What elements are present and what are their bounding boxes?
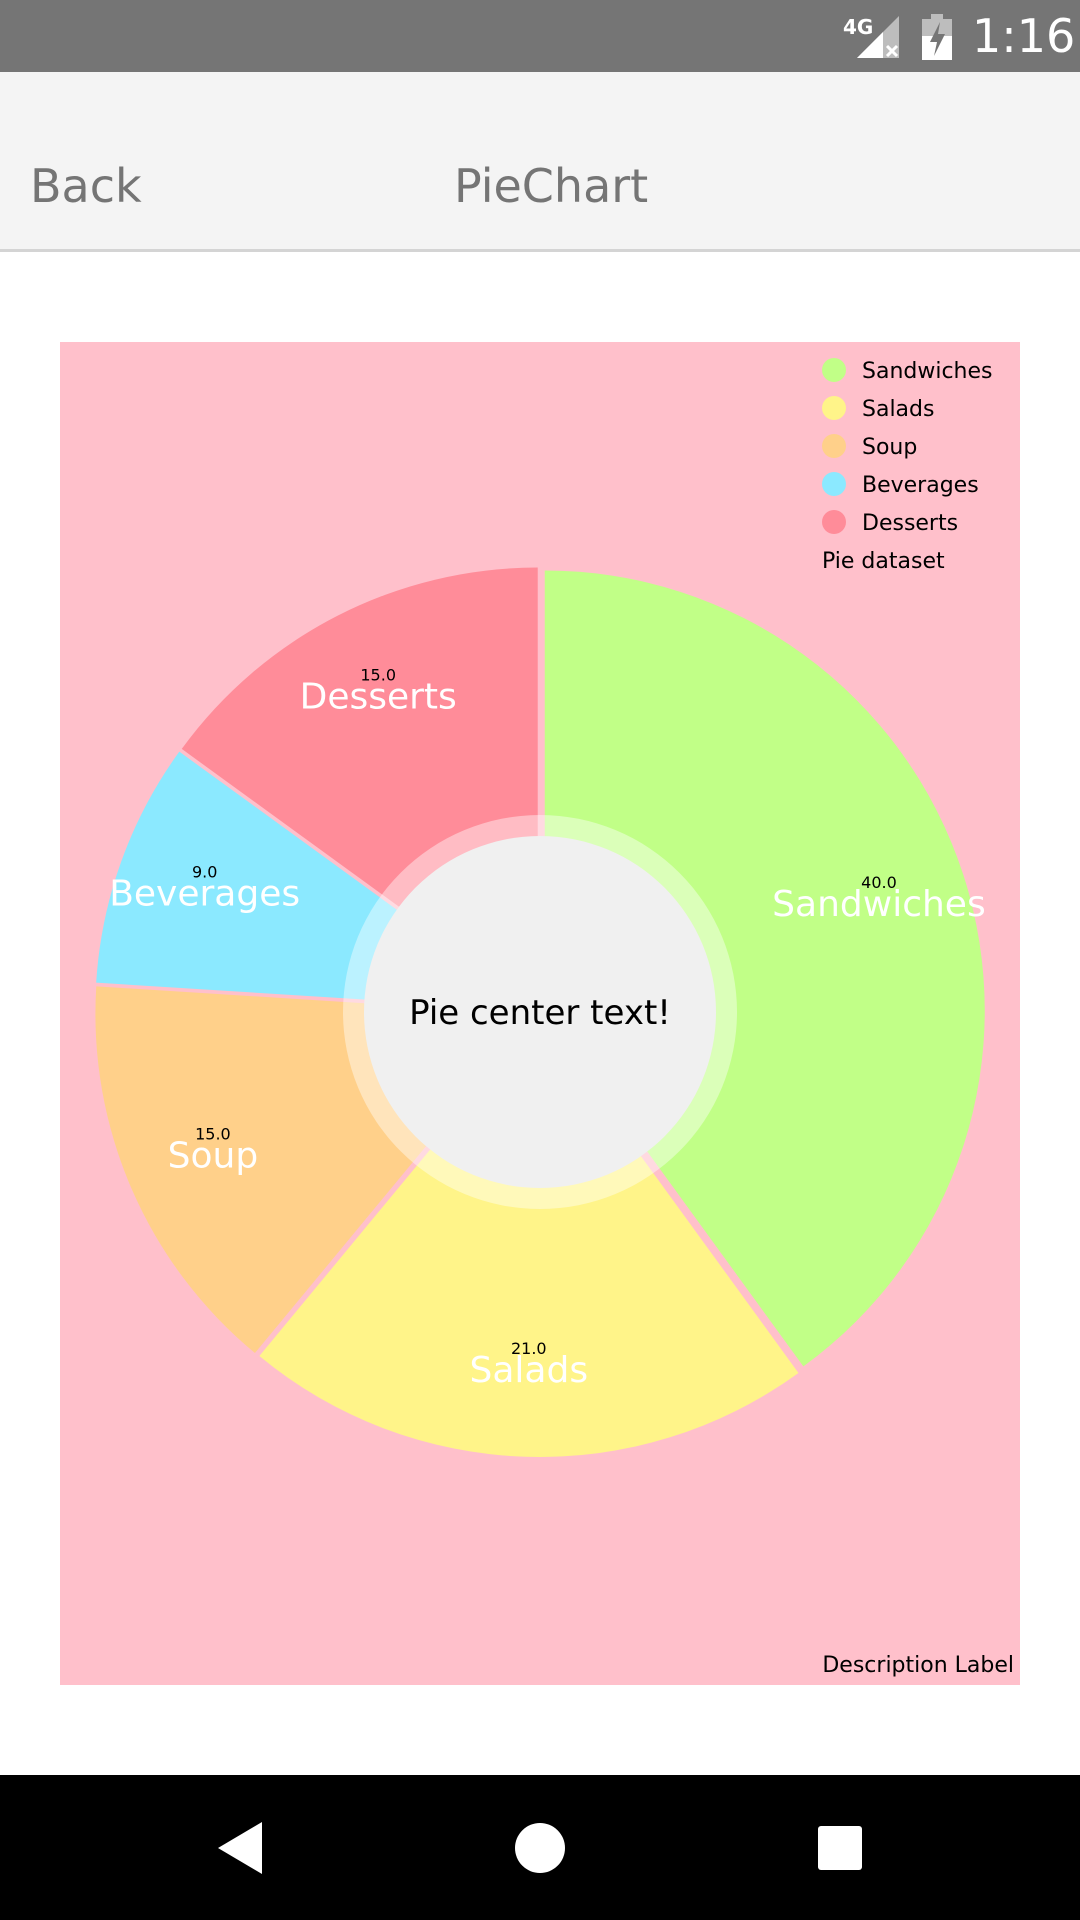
status-bar: 4G 1:16: [0, 0, 1080, 72]
legend-swatch-salads: [822, 396, 846, 420]
recents-square-icon: [818, 1826, 862, 1870]
legend-swatch-soup: [822, 434, 846, 458]
home-circle-icon: [515, 1823, 565, 1873]
nav-recents-button[interactable]: [770, 1775, 910, 1920]
legend-dataset-label: Pie dataset: [822, 549, 945, 574]
page-title: PieChart: [454, 159, 649, 213]
legend-label-sandwiches: Sandwiches: [862, 359, 993, 384]
legend-label-desserts: Desserts: [862, 511, 958, 536]
slice-category-label-beverages: Beverages: [109, 873, 300, 914]
network-type-label: 4G: [843, 15, 873, 39]
slice-category-label-soup: Soup: [168, 1136, 259, 1177]
legend-swatch-beverages: [822, 472, 846, 496]
nav-back-button[interactable]: [170, 1775, 310, 1920]
app-bar: Back PieChart: [0, 72, 1080, 252]
legend-swatch-desserts: [822, 510, 846, 534]
description-label: Description Label: [822, 1653, 1014, 1678]
legend-label-salads: Salads: [862, 397, 934, 422]
pie-chart-canvas[interactable]: 40.0Sandwiches21.0Salads15.0Soup9.0Bever…: [60, 342, 1020, 1685]
slice-category-label-sandwiches: Sandwiches: [772, 884, 986, 925]
pie-center-text: Pie center text!: [409, 993, 671, 1033]
legend-label-soup: Soup: [862, 435, 917, 460]
slice-category-label-desserts: Desserts: [300, 676, 457, 717]
pie-chart[interactable]: 40.0 Sandwiches 21.0 Salads 15.0 Soup 9.0 Bever…: [60, 342, 1020, 1685]
navigation-bar: [0, 1775, 1080, 1920]
legend-label-beverages: Beverages: [862, 473, 979, 498]
back-button[interactable]: Back: [30, 158, 142, 214]
battery-icon: [922, 14, 952, 60]
back-triangle-icon: [218, 1822, 262, 1874]
legend-swatch-sandwiches: [822, 358, 846, 382]
nav-home-button[interactable]: [470, 1775, 610, 1920]
status-time: 1:16: [972, 9, 1076, 63]
signal-icon: 4G: [843, 15, 899, 58]
slice-category-label-salads: Salads: [470, 1350, 589, 1391]
